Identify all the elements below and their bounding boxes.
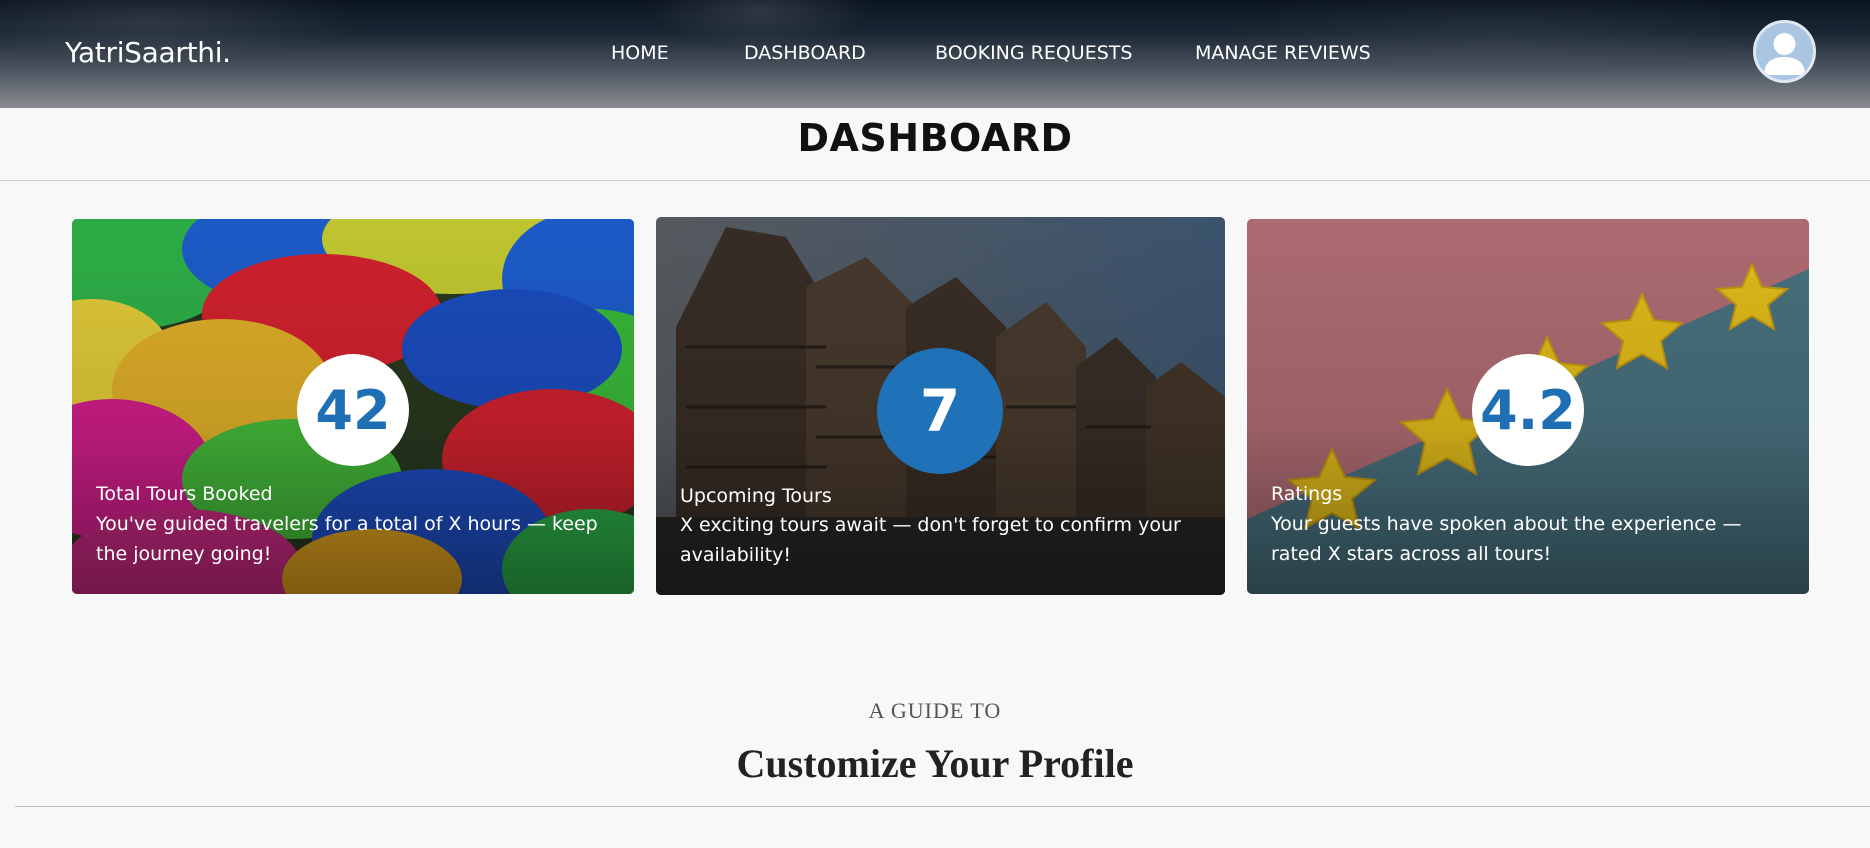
user-avatar-icon[interactable] bbox=[1753, 20, 1816, 83]
main-nav: HOME DASHBOARD BOOKING REQUESTS MANAGE R… bbox=[0, 42, 1870, 66]
page-title: DASHBOARD bbox=[797, 116, 1073, 160]
stat-value-badge: 42 bbox=[297, 354, 409, 466]
stat-card-ratings[interactable]: 4.2 Ratings Your guests have spoken abou… bbox=[1247, 219, 1809, 594]
stat-card-upcoming-tours[interactable]: 7 Upcoming Tours X exciting tours await … bbox=[656, 217, 1225, 595]
card-description: Your guests have spoken about the experi… bbox=[1271, 513, 1742, 565]
card-description: You've guided travelers for a total of X… bbox=[96, 513, 598, 565]
nav-manage-reviews[interactable]: MANAGE REVIEWS bbox=[1195, 42, 1371, 64]
guide-eyebrow: A GUIDE TO bbox=[868, 698, 1002, 723]
card-title: Ratings bbox=[1271, 483, 1343, 505]
nav-booking-requests[interactable]: BOOKING REQUESTS bbox=[935, 42, 1132, 64]
stat-value-badge: 7 bbox=[877, 348, 1003, 474]
stat-card-total-tours[interactable]: 42 Total Tours Booked You've guided trav… bbox=[72, 219, 634, 594]
title-divider bbox=[0, 180, 1870, 181]
top-navbar: YatriSaarthi. HOME DASHBOARD BOOKING REQ… bbox=[0, 0, 1870, 108]
nav-dashboard[interactable]: DASHBOARD bbox=[744, 42, 866, 64]
card-title: Upcoming Tours bbox=[680, 485, 832, 507]
nav-home[interactable]: HOME bbox=[611, 42, 669, 64]
card-title: Total Tours Booked bbox=[96, 483, 273, 505]
section-divider bbox=[15, 806, 1870, 807]
guide-title: Customize Your Profile bbox=[736, 741, 1134, 786]
card-description: X exciting tours await — don't forget to… bbox=[680, 514, 1181, 566]
stat-value-badge: 4.2 bbox=[1472, 354, 1584, 466]
